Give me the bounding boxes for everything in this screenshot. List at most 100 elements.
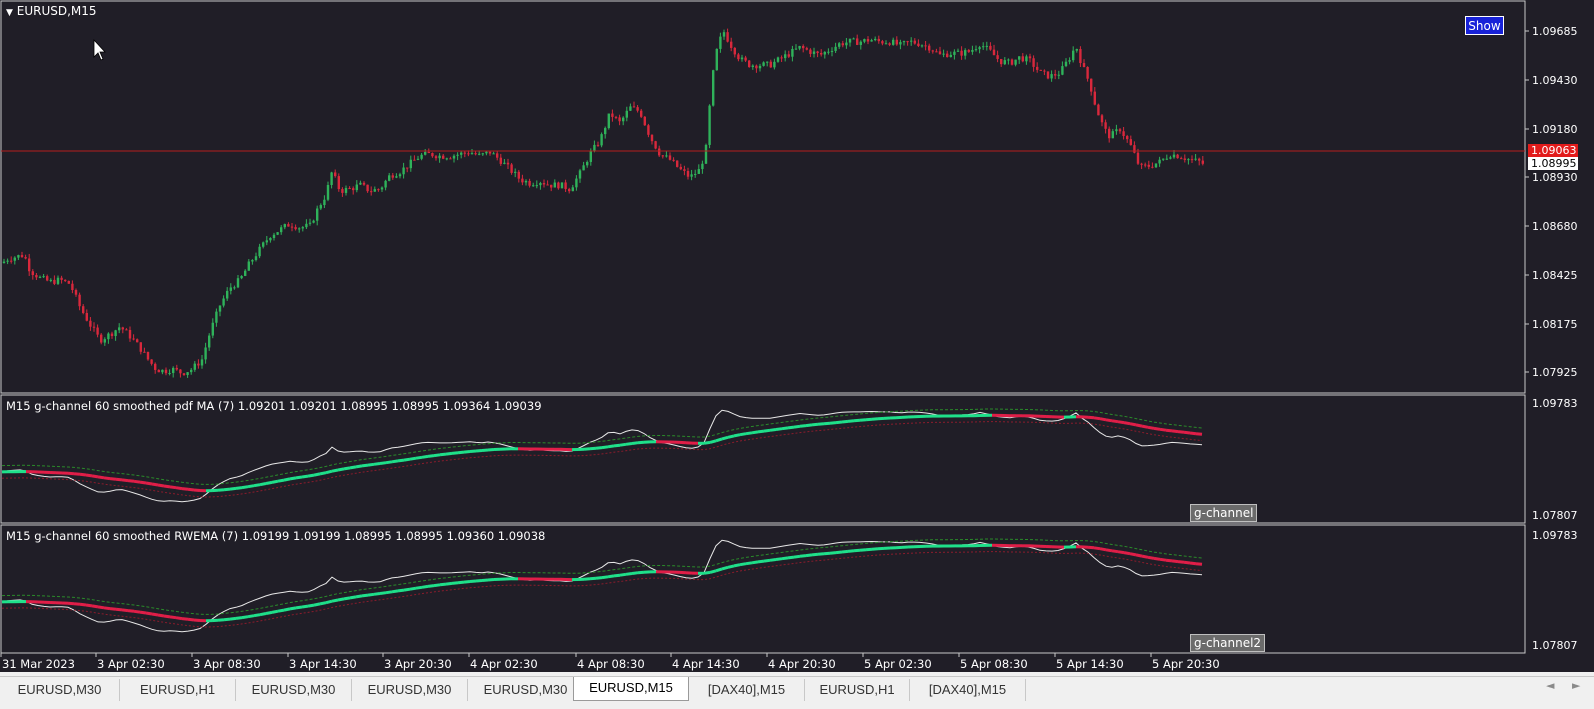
candle-body [402, 168, 404, 175]
candle-body [651, 135, 653, 141]
channel-midline-segment [416, 457, 422, 458]
scroll-left-icon[interactable]: ◄ [1546, 679, 1554, 692]
candle-body [1043, 71, 1045, 72]
chart-title[interactable]: ▼ EURUSD,M15 [6, 4, 97, 18]
candle-body [744, 58, 746, 61]
candle-body [294, 227, 296, 229]
candle-body [1140, 164, 1142, 165]
channel-midline-segment [356, 466, 362, 467]
channel-midline-segment [842, 421, 848, 422]
channel-midline-segment [758, 561, 764, 562]
chart-tab-active[interactable]: EURUSD,M15 [573, 677, 689, 701]
chart-tab[interactable]: EURUSD,M30 [468, 679, 584, 701]
channel-midline-segment [380, 593, 386, 594]
show-button[interactable]: Show [1465, 16, 1504, 35]
candle-body [352, 188, 354, 190]
candle-body [132, 338, 134, 339]
chart-canvas[interactable]: 1.09685 1.09430 1.09180 1.08930 1.08680 … [0, 0, 1594, 672]
symbol-title: EURUSD,M15 [17, 4, 97, 18]
channel-midline-segment [602, 577, 608, 578]
channel-midline-segment [410, 588, 416, 589]
candle-body [827, 52, 829, 53]
time-tick: 3 Apr 08:30 [193, 657, 261, 671]
candle-body [528, 181, 530, 186]
candle-body [158, 370, 160, 372]
candle-body [302, 227, 304, 228]
candle-body [485, 152, 487, 154]
channel-midline-segment [620, 574, 626, 575]
channel-midline-segment [1088, 417, 1094, 418]
candle-body [46, 276, 48, 280]
channel-midline-segment [764, 430, 770, 431]
candle-body [590, 151, 592, 162]
time-tick: 5 Apr 20:30 [1152, 657, 1220, 671]
candle-body [942, 54, 944, 55]
channel-midline-segment [110, 609, 116, 610]
candle-body [748, 61, 750, 67]
channel-midline-segment [170, 617, 176, 618]
chart-tab[interactable]: [DAX40],M15 [910, 679, 1026, 701]
channel-midline-segment [1148, 557, 1154, 558]
channel-midline-segment [440, 454, 446, 455]
candle-body [593, 145, 595, 151]
candle-body [492, 153, 494, 154]
candle-body [928, 46, 930, 51]
channel-midline-segment [98, 477, 104, 478]
candle-body [867, 39, 869, 41]
channel-midline-segment [740, 564, 746, 565]
candle-body [17, 255, 19, 258]
candle-body [32, 271, 34, 275]
candle-body [114, 330, 116, 336]
candle-body [813, 51, 815, 53]
collapse-triangle-icon[interactable]: ▼ [6, 8, 13, 18]
indicator2-tag-button[interactable]: g-channel2 [1190, 634, 1265, 652]
chart-tab[interactable]: EURUSD,M30 [236, 679, 352, 701]
candle-body [1198, 159, 1200, 161]
channel-midline-segment [638, 442, 644, 443]
candle-body [636, 107, 638, 111]
candle-body [1191, 159, 1193, 160]
candle-body [1004, 60, 1006, 64]
channel-midline-segment [632, 443, 638, 444]
candle-body [338, 176, 340, 189]
current-price-label: 1.09063 [1528, 144, 1578, 157]
candle-body [503, 163, 505, 164]
channel-midline-segment [224, 489, 230, 490]
channel-midline-segment [1196, 564, 1202, 565]
candle-body [608, 114, 610, 129]
candle-body [39, 277, 41, 278]
candle-body [1119, 129, 1121, 131]
candle-body [6, 261, 8, 262]
channel-midline-segment [116, 609, 122, 610]
candle-body [190, 370, 192, 372]
channel-midline-segment [1094, 418, 1100, 419]
chart-tab[interactable]: EURUSD,M30 [0, 679, 120, 701]
channel-midline-segment [1154, 428, 1160, 429]
candle-body [420, 155, 422, 159]
chart-tab[interactable]: EURUSD,H1 [805, 679, 910, 701]
channel-midline-segment [476, 581, 482, 582]
candle-body [536, 185, 538, 186]
channel-midline-segment [302, 476, 308, 477]
channel-midline-segment [470, 451, 476, 452]
chart-window[interactable]: 1.09685 1.09430 1.09180 1.08930 1.08680 … [0, 0, 1594, 672]
candle-body [647, 125, 649, 135]
channel-midline-segment [398, 460, 404, 461]
candle-body [147, 352, 149, 360]
candle-body [518, 172, 520, 179]
chart-tab[interactable]: [DAX40],M15 [689, 679, 805, 701]
indicator1-tag-button[interactable]: g-channel [1190, 504, 1257, 522]
candle-body [1158, 160, 1160, 164]
time-tick: 5 Apr 02:30 [864, 657, 932, 671]
candle-body [248, 262, 250, 271]
candle-body [1054, 74, 1056, 75]
channel-midline-segment [1112, 421, 1118, 422]
bid-price-label: 1.08995 [1528, 157, 1578, 170]
time-tick: 4 Apr 08:30 [577, 657, 645, 671]
chart-tab[interactable]: EURUSD,M30 [352, 679, 468, 701]
channel-midline-segment [842, 551, 848, 552]
candle-body [708, 106, 710, 145]
channel-midline-segment [1100, 419, 1106, 420]
chart-tab[interactable]: EURUSD,H1 [120, 679, 236, 701]
scroll-right-icon[interactable]: ► [1572, 679, 1580, 692]
